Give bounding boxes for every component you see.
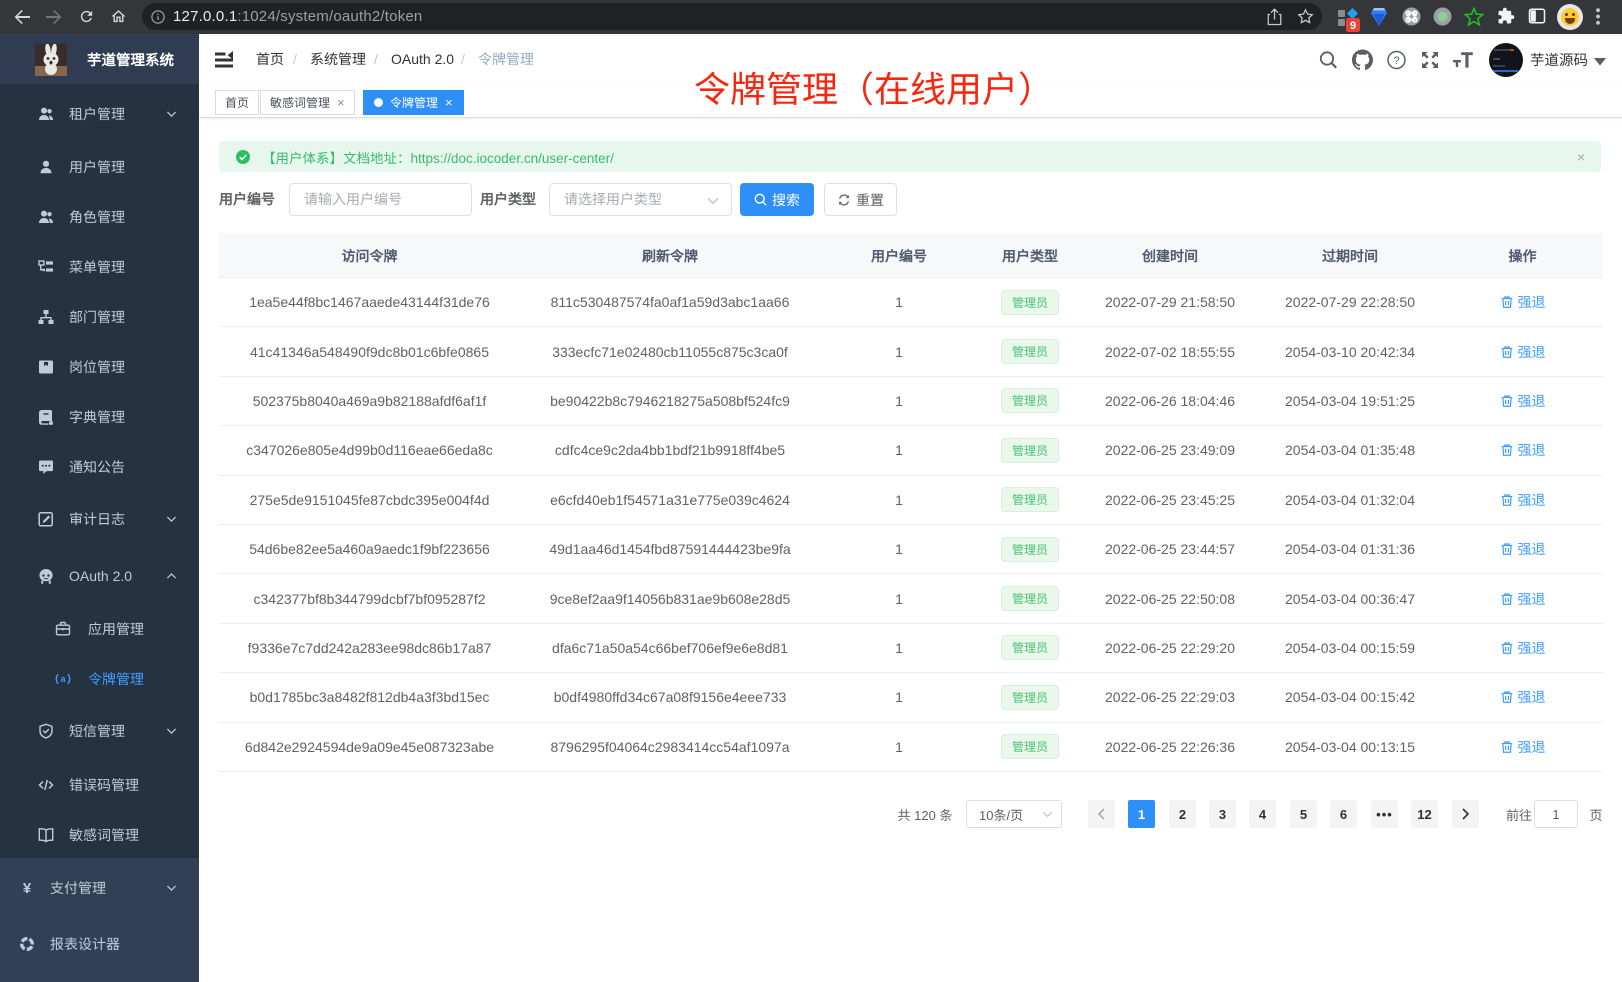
svg-text:a: a bbox=[60, 674, 66, 684]
svg-text:?: ? bbox=[1393, 55, 1399, 67]
svg-text:¥: ¥ bbox=[23, 880, 32, 896]
svg-text:9: 9 bbox=[1350, 20, 1356, 32]
